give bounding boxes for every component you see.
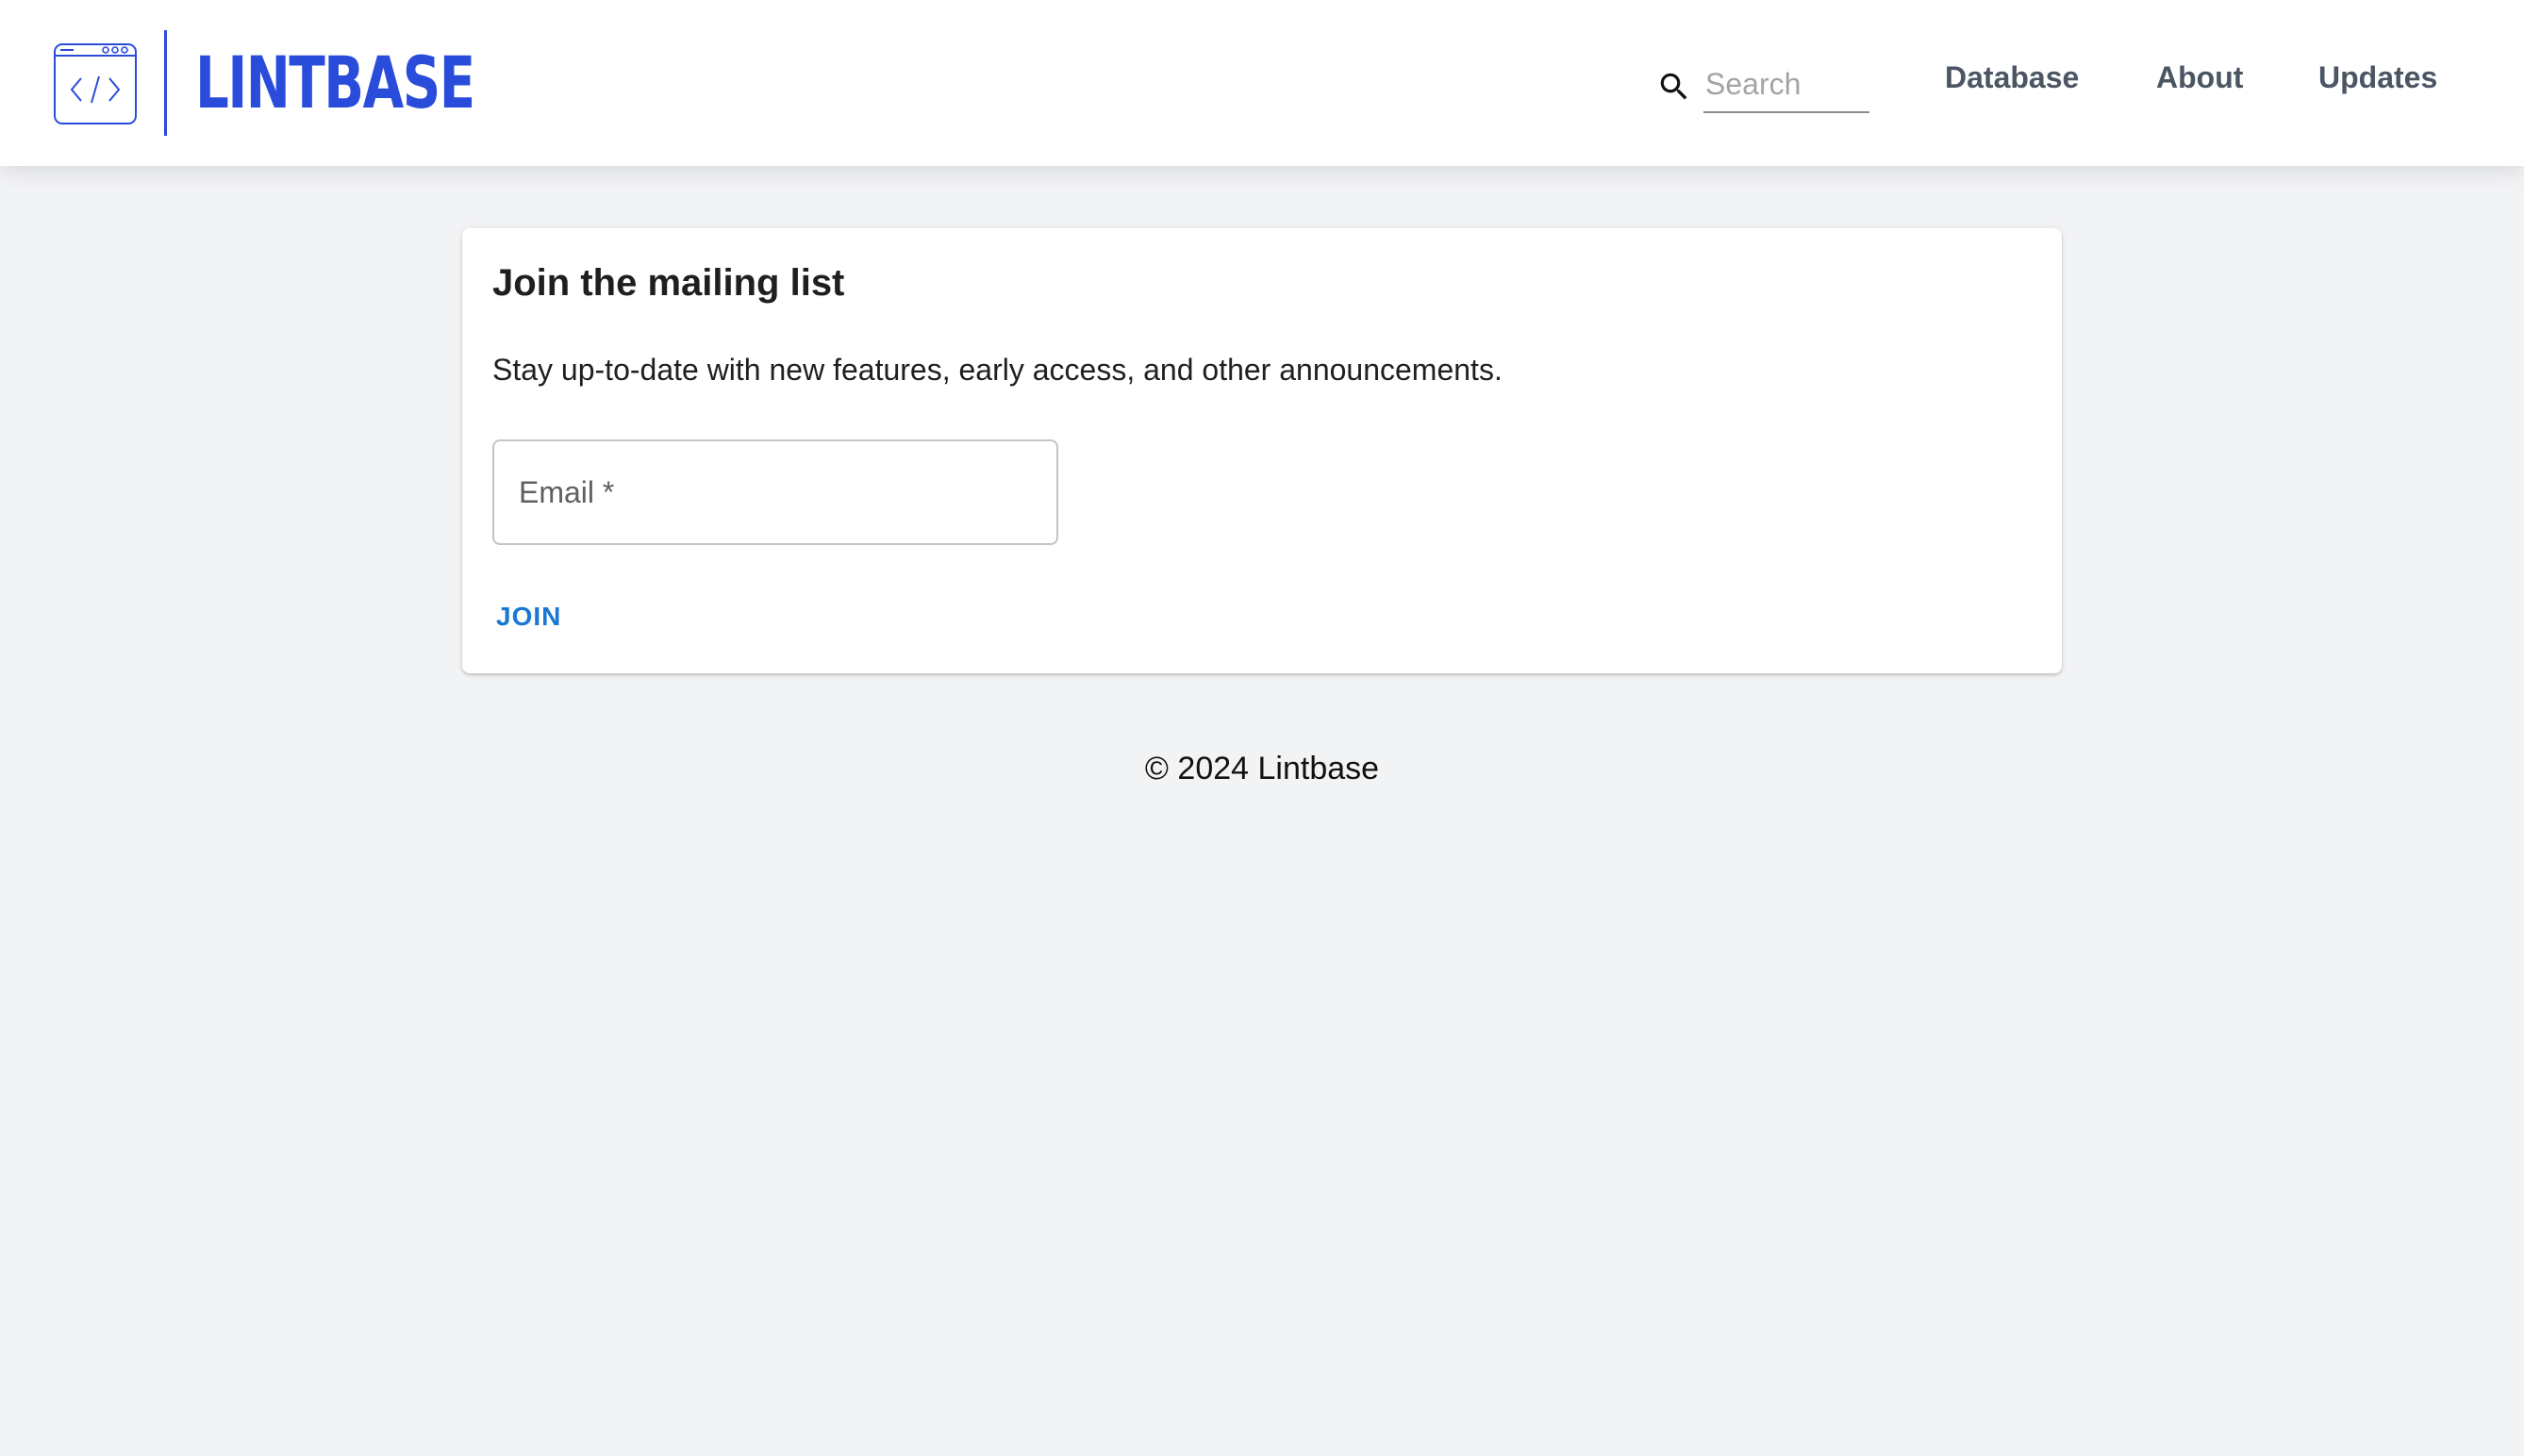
join-button[interactable]: JOIN (481, 592, 576, 641)
nav-item-updates: Updates (2318, 55, 2437, 100)
search-bar (1656, 60, 1869, 113)
mailing-list-description: Stay up-to-date with new features, early… (492, 353, 1503, 387)
brand-name: LINTBASE (195, 41, 475, 124)
search-input[interactable] (1703, 60, 1869, 113)
brand-logo-link[interactable]: LINTBASE (53, 30, 573, 136)
email-input[interactable] (494, 441, 1056, 543)
email-field: Email * (492, 439, 1058, 545)
mailing-list-title: Join the mailing list (492, 262, 845, 304)
brand-divider (164, 30, 167, 136)
nav-link-database[interactable]: Database (1945, 60, 2079, 95)
nav-link-updates[interactable]: Updates (2318, 60, 2437, 95)
nav-item-about: About (2156, 55, 2243, 100)
search-icon (1660, 73, 1687, 100)
site-header: LINTBASE Database About Updates (0, 0, 2524, 166)
nav-link-about[interactable]: About (2156, 60, 2243, 95)
nav-item-database: Database (1945, 55, 2079, 100)
footer-copyright: © 2024 Lintbase (1144, 751, 1380, 786)
code-window-icon (54, 43, 137, 124)
mailing-list-card: Join the mailing list Stay up-to-date wi… (462, 228, 2062, 673)
